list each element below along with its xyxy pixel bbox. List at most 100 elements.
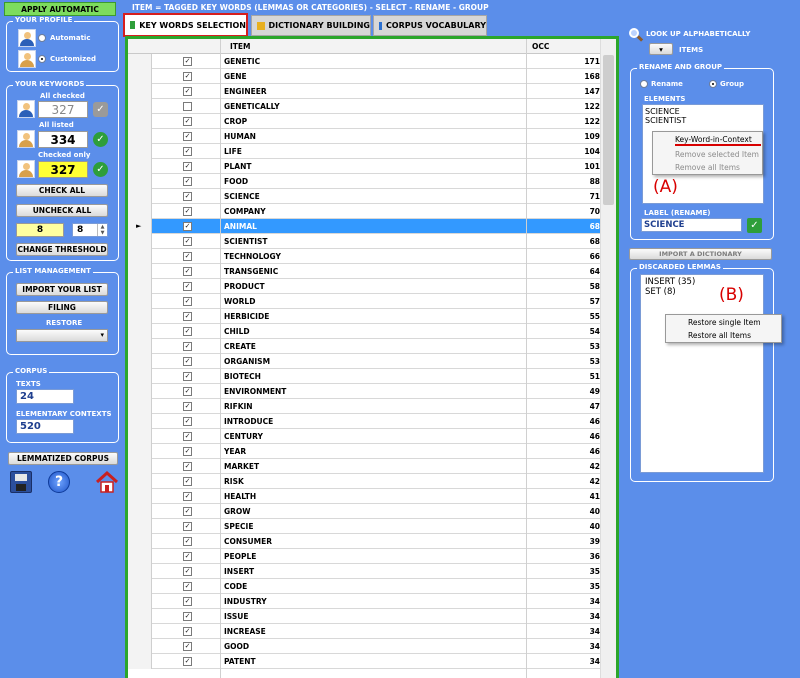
row-indicator[interactable] bbox=[128, 459, 152, 474]
spinner-arrows-icon[interactable]: ▲ ▼ bbox=[97, 224, 107, 236]
tab-dictionary-building[interactable]: DICTIONARY BUILDING bbox=[251, 15, 371, 36]
row-checkbox[interactable]: ✓ bbox=[183, 507, 192, 516]
row-indicator[interactable] bbox=[128, 279, 152, 294]
row-checkbox[interactable]: ✓ bbox=[183, 117, 192, 126]
row-checkbox[interactable]: ✓ bbox=[183, 582, 192, 591]
row-checkbox[interactable]: ✓ bbox=[183, 387, 192, 396]
row-indicator[interactable] bbox=[128, 639, 152, 654]
row-indicator[interactable] bbox=[128, 174, 152, 189]
restore-dropdown[interactable]: ▾ bbox=[16, 329, 108, 342]
automatic-radio[interactable] bbox=[38, 34, 46, 42]
row-checkbox[interactable]: ✓ bbox=[183, 462, 192, 471]
row-indicator[interactable] bbox=[128, 384, 152, 399]
table-row[interactable]: ✓ CODE 35 bbox=[128, 579, 616, 594]
row-checkbox[interactable]: ✓ bbox=[183, 477, 192, 486]
row-indicator[interactable] bbox=[128, 309, 152, 324]
tab-key-words-selection[interactable]: KEY WORDS SELECTION bbox=[123, 13, 248, 37]
table-row[interactable]: ✓ CONSUMER 39 bbox=[128, 534, 616, 549]
row-checkbox[interactable]: ✓ bbox=[183, 597, 192, 606]
row-indicator[interactable] bbox=[128, 294, 152, 309]
items-dropdown[interactable]: ▾ bbox=[649, 43, 673, 55]
confirm-rename-tick-icon[interactable]: ✓ bbox=[747, 218, 762, 233]
table-row[interactable]: ✓ GOOD 34 bbox=[128, 639, 616, 654]
vertical-scrollbar[interactable] bbox=[600, 39, 616, 678]
row-checkbox[interactable]: ✓ bbox=[183, 222, 192, 231]
table-row[interactable]: ✓ RISK 42 bbox=[128, 474, 616, 489]
table-row[interactable]: ✓ PRODUCT 58 bbox=[128, 279, 616, 294]
column-header-item[interactable]: ITEM bbox=[230, 42, 251, 51]
row-checkbox[interactable]: ✓ bbox=[183, 522, 192, 531]
row-indicator[interactable] bbox=[128, 444, 152, 459]
table-row[interactable]: ✓ CROP 122 bbox=[128, 114, 616, 129]
row-checkbox[interactable]: ✓ bbox=[183, 657, 192, 666]
table-row[interactable]: ✓ SCIENCE 71 bbox=[128, 189, 616, 204]
row-checkbox[interactable]: ✓ bbox=[183, 252, 192, 261]
row-indicator[interactable] bbox=[128, 159, 152, 174]
table-row[interactable]: ✓ GROW 40 bbox=[128, 504, 616, 519]
rename-radio[interactable] bbox=[640, 80, 648, 88]
table-row[interactable]: ✓ HEALTH 41 bbox=[128, 489, 616, 504]
row-indicator[interactable] bbox=[128, 534, 152, 549]
row-checkbox[interactable]: ✓ bbox=[183, 132, 192, 141]
menu-item-restore-all[interactable]: Restore all Items bbox=[666, 329, 781, 342]
check-all-button[interactable]: CHECK ALL bbox=[16, 184, 108, 197]
row-checkbox[interactable]: ✓ bbox=[183, 177, 192, 186]
table-row[interactable]: ✓ CREATE 53 bbox=[128, 339, 616, 354]
row-checkbox[interactable]: ✓ bbox=[183, 432, 192, 441]
table-row[interactable]: ✓ INDUSTRY 34 bbox=[128, 594, 616, 609]
row-checkbox[interactable]: ✓ bbox=[183, 357, 192, 366]
home-icon[interactable] bbox=[95, 470, 119, 494]
table-row[interactable]: ✓ LIFE 104 bbox=[128, 144, 616, 159]
row-indicator[interactable] bbox=[128, 189, 152, 204]
row-indicator[interactable] bbox=[128, 114, 152, 129]
all-checked-tick-icon[interactable]: ✓ bbox=[93, 102, 108, 117]
row-checkbox[interactable]: ✓ bbox=[183, 537, 192, 546]
table-row[interactable]: ✓ INTRODUCE 46 bbox=[128, 414, 616, 429]
all-listed-tick-icon[interactable]: ✓ bbox=[93, 132, 108, 147]
row-checkbox[interactable]: ✓ bbox=[183, 267, 192, 276]
row-checkbox[interactable]: ✓ bbox=[183, 87, 192, 96]
help-icon[interactable]: ? bbox=[48, 471, 70, 493]
table-row[interactable]: ✓ GENETIC 171 bbox=[128, 54, 616, 69]
row-indicator[interactable] bbox=[128, 519, 152, 534]
customized-radio[interactable] bbox=[38, 55, 46, 63]
row-checkbox[interactable]: ✓ bbox=[183, 57, 192, 66]
table-row[interactable]: ✓ PLANT 101 bbox=[128, 159, 616, 174]
row-checkbox[interactable]: ✓ bbox=[183, 402, 192, 411]
table-row[interactable]: ✓ COMPANY 70 bbox=[128, 204, 616, 219]
table-row[interactable]: ✓ TRANSGENIC 64 bbox=[128, 264, 616, 279]
magnifier-icon[interactable] bbox=[629, 28, 644, 42]
row-indicator[interactable] bbox=[128, 579, 152, 594]
discarded-list[interactable]: INSERT (35) SET (8) bbox=[640, 274, 764, 473]
table-row[interactable]: ✓ ORGANISM 53 bbox=[128, 354, 616, 369]
change-threshold-button[interactable]: CHANGE THRESHOLD bbox=[16, 243, 108, 256]
row-indicator[interactable] bbox=[128, 129, 152, 144]
row-indicator[interactable] bbox=[128, 549, 152, 564]
table-row[interactable]: ✓ PEOPLE 36 bbox=[128, 549, 616, 564]
row-indicator[interactable] bbox=[128, 399, 152, 414]
row-checkbox[interactable]: ✓ bbox=[183, 552, 192, 561]
row-indicator[interactable] bbox=[128, 564, 152, 579]
table-row[interactable]: ✓ PATENT 34 bbox=[128, 654, 616, 669]
row-checkbox[interactable]: ✓ bbox=[183, 342, 192, 351]
row-checkbox[interactable]: ✓ bbox=[183, 642, 192, 651]
table-row[interactable]: ✓ GENE 168 bbox=[128, 69, 616, 84]
row-indicator[interactable] bbox=[128, 69, 152, 84]
row-indicator[interactable] bbox=[128, 474, 152, 489]
menu-item-remove-selected[interactable]: Remove selected Item bbox=[653, 148, 762, 161]
row-checkbox[interactable]: ✓ bbox=[183, 282, 192, 291]
lemmatized-corpus-button[interactable]: LEMMATIZED CORPUS bbox=[8, 452, 118, 465]
row-checkbox[interactable]: ✓ bbox=[183, 147, 192, 156]
row-indicator[interactable]: ► bbox=[128, 219, 152, 234]
table-row[interactable]: ✓ INCREASE 34 bbox=[128, 624, 616, 639]
row-checkbox[interactable]: ✓ bbox=[183, 312, 192, 321]
table-row[interactable]: ✓ ENVIRONMENT 49 bbox=[128, 384, 616, 399]
row-indicator[interactable] bbox=[128, 84, 152, 99]
table-row[interactable]: ✓ SCIENTIST 68 bbox=[128, 234, 616, 249]
table-row[interactable]: ✓ RIFKIN 47 bbox=[128, 399, 616, 414]
table-row[interactable]: ✓ CENTURY 46 bbox=[128, 429, 616, 444]
menu-item-kwic[interactable]: Key-Word-in-Context bbox=[653, 132, 762, 146]
row-checkbox[interactable]: ✓ bbox=[183, 417, 192, 426]
table-row[interactable]: ✓ MARKET 42 bbox=[128, 459, 616, 474]
row-checkbox[interactable]: ✓ bbox=[183, 447, 192, 456]
